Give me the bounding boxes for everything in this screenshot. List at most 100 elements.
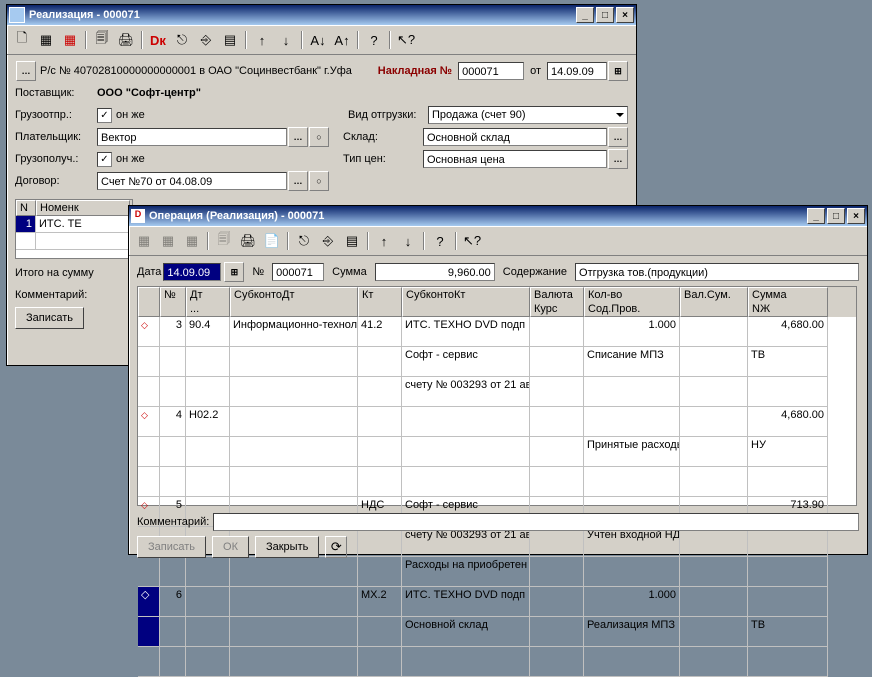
col-mark[interactable] bbox=[138, 287, 160, 317]
op-save-button[interactable]: Записать bbox=[137, 536, 206, 558]
op-comment-label: Комментарий: bbox=[137, 516, 209, 528]
toolbar-btn-9[interactable]: ▤ bbox=[341, 230, 363, 252]
col-n[interactable]: № bbox=[164, 289, 182, 301]
toolbar-btn-1[interactable]: 🗋 bbox=[11, 29, 33, 51]
maximize-button[interactable]: □ bbox=[596, 7, 614, 23]
contract-input[interactable]: Счет №70 от 04.08.09 bbox=[97, 172, 287, 190]
toolbar-btn-whatsthis[interactable]: ↖? bbox=[395, 29, 417, 51]
date-from-label: от bbox=[530, 65, 541, 77]
date-cal-button[interactable]: ⊞ bbox=[608, 61, 628, 81]
col-nomenklatura[interactable]: Номенк bbox=[36, 200, 130, 216]
op-sum-input[interactable]: 9,960.00 bbox=[375, 263, 495, 281]
col-dt[interactable]: Дт bbox=[190, 289, 226, 301]
table-row[interactable]: счету № 003293 от 21 ав bbox=[138, 377, 856, 407]
sep bbox=[245, 31, 247, 49]
toolbar-btn-help[interactable]: ? bbox=[363, 29, 385, 51]
toolbar-btn-dk[interactable]: Dк bbox=[147, 29, 169, 51]
toolbar-btn-up[interactable]: ↑ bbox=[373, 230, 395, 252]
col-valsum[interactable]: Вал.Сум. bbox=[684, 289, 744, 301]
op-ok-button[interactable]: ОК bbox=[212, 536, 249, 558]
toolbar-btn-help[interactable]: ? bbox=[429, 230, 451, 252]
sep bbox=[423, 232, 425, 250]
table-row[interactable]: Расходы на приобретен bbox=[138, 557, 856, 587]
toolbar-btn-8[interactable]: ⎆ bbox=[317, 230, 339, 252]
warehouse-input[interactable]: Основной склад bbox=[423, 128, 607, 146]
close-button[interactable]: × bbox=[616, 7, 634, 23]
titlebar-operation[interactable]: D Операция (Реализация) - 000071 _ □ × bbox=[129, 206, 867, 226]
contract-clear-button[interactable]: ○ bbox=[309, 171, 329, 191]
titlebar-realization[interactable]: Реализация - 000071 _ □ × bbox=[7, 5, 636, 25]
payer-input[interactable]: Вектор bbox=[97, 128, 287, 146]
close-button[interactable]: × bbox=[847, 208, 865, 224]
toolbar-btn-3: ▦ bbox=[181, 230, 203, 252]
op-refresh-button[interactable]: ⟳ bbox=[325, 536, 347, 558]
save-button[interactable]: Записать bbox=[15, 307, 84, 329]
toolbar-btn-5[interactable]: 🖨 bbox=[237, 230, 259, 252]
table-row[interactable] bbox=[138, 467, 856, 497]
toolbar-btn-5[interactable]: 🖨 bbox=[115, 29, 137, 51]
toolbar-btn-down[interactable]: ↓ bbox=[275, 29, 297, 51]
op-comment-input[interactable] bbox=[213, 513, 859, 531]
date-input[interactable]: 14.09.09 bbox=[547, 62, 607, 80]
shipper-same-checkbox[interactable]: ✓ bbox=[97, 108, 112, 123]
maximize-button[interactable]: □ bbox=[827, 208, 845, 224]
toolbar-btn-1: ▦ bbox=[133, 230, 155, 252]
op-date-input[interactable]: 14.09.09 bbox=[163, 263, 221, 281]
contract-pick-button[interactable]: … bbox=[288, 171, 308, 191]
operation-grid[interactable]: № Дт... СубконтоДт Кт СубконтоКт ВалютаК… bbox=[137, 286, 857, 506]
warehouse-pick-button[interactable]: … bbox=[608, 127, 628, 147]
table-row[interactable]: ◇390.4Информационно-технол41.2ИТС. ТЕХНО… bbox=[138, 317, 856, 347]
toolbar-btn-6[interactable]: ⎋ bbox=[171, 29, 193, 51]
col-sod[interactable]: Сод.Пров. bbox=[588, 303, 676, 315]
pricetype-input[interactable]: Основная цена bbox=[423, 150, 607, 168]
col-subdt[interactable]: СубконтоДт bbox=[234, 289, 354, 301]
shiptype-label: Вид отгрузки: bbox=[348, 109, 428, 121]
bank-pick-button[interactable]: … bbox=[16, 61, 36, 81]
toolbar-btn-down[interactable]: ↓ bbox=[397, 230, 419, 252]
shiptype-select[interactable]: Продажа (счет 90) bbox=[428, 106, 628, 124]
pricetype-pick-button[interactable]: … bbox=[608, 149, 628, 169]
app-icon: D bbox=[131, 209, 145, 223]
row1-text[interactable]: ИТС. ТЕ bbox=[36, 216, 130, 233]
toolbar-btn-8[interactable]: ▤ bbox=[219, 29, 241, 51]
table-row[interactable]: Софт - сервисСписание МПЗТВ bbox=[138, 347, 856, 377]
toolbar-btn-whatsthis[interactable]: ↖? bbox=[461, 230, 483, 252]
col-qty[interactable]: Кол-во bbox=[588, 289, 676, 301]
col-n[interactable]: N bbox=[16, 200, 36, 216]
sep bbox=[301, 31, 303, 49]
op-content-input[interactable]: Отгрузка тов.(продукции) bbox=[575, 263, 859, 281]
col-rate[interactable]: Курс bbox=[534, 303, 580, 315]
minimize-button[interactable]: _ bbox=[576, 7, 594, 23]
toolbar-btn-7[interactable]: ⎋ bbox=[293, 230, 315, 252]
row1-n[interactable]: 1 bbox=[16, 216, 36, 233]
invoice-no-input[interactable]: 000071 bbox=[458, 62, 524, 80]
toolbar-btn-6[interactable]: 📄 bbox=[261, 230, 283, 252]
col-kt[interactable]: Кт bbox=[362, 289, 398, 301]
toolbar-btn-4[interactable]: 🗐 bbox=[91, 29, 113, 51]
items-grid[interactable]: N Номенк 1 ИТС. ТЕ bbox=[15, 199, 133, 259]
op-close-button[interactable]: Закрыть bbox=[255, 536, 319, 558]
toolbar-btn-7[interactable]: ⎆ bbox=[195, 29, 217, 51]
table-row[interactable]: Принятые расходыНУ bbox=[138, 437, 856, 467]
toolbar-btn-up[interactable]: ↑ bbox=[251, 29, 273, 51]
consignee-same-checkbox[interactable]: ✓ bbox=[97, 152, 112, 167]
table-row[interactable] bbox=[138, 647, 856, 677]
sep bbox=[367, 232, 369, 250]
table-row[interactable]: ◇4Н02.24,680.00 bbox=[138, 407, 856, 437]
toolbar-btn-sort-asc[interactable]: A↓ bbox=[307, 29, 329, 51]
col-nzh[interactable]: NЖ bbox=[752, 303, 824, 315]
table-row[interactable]: ◇6МХ.2ИТС. ТЕХНО DVD подп1.000 bbox=[138, 587, 856, 617]
payer-clear-button[interactable]: ○ bbox=[309, 127, 329, 147]
shipper-label: Грузоотпр.: bbox=[15, 109, 97, 121]
col-sum[interactable]: Сумма bbox=[752, 289, 824, 301]
col-curr[interactable]: Валюта bbox=[534, 289, 580, 301]
payer-pick-button[interactable]: … bbox=[288, 127, 308, 147]
toolbar-btn-2[interactable]: ▦ bbox=[35, 29, 57, 51]
table-row[interactable]: Основной складРеализация МПЗТВ bbox=[138, 617, 856, 647]
op-no-input[interactable]: 000071 bbox=[272, 263, 324, 281]
op-cal-button[interactable]: ⊞ bbox=[224, 262, 244, 282]
col-subkt[interactable]: СубконтоКт bbox=[406, 289, 526, 301]
toolbar-btn-sort-desc[interactable]: A↑ bbox=[331, 29, 353, 51]
minimize-button[interactable]: _ bbox=[807, 208, 825, 224]
toolbar-btn-3[interactable]: ▦ bbox=[59, 29, 81, 51]
